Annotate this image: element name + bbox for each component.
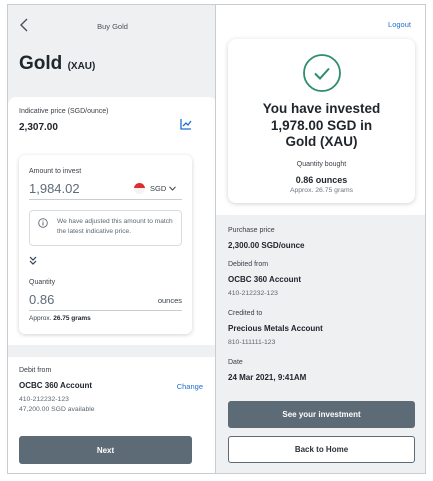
credited-to-number: 810-111111-123: [228, 339, 276, 346]
date-label: Date: [228, 359, 243, 366]
invest-card: Amount to invest 1,984.02 SGD We have ad…: [19, 155, 192, 334]
quantity-bought-label: Quantity bought: [296, 161, 347, 168]
debited-from-number: 410-212232-123: [228, 290, 278, 297]
page-title: Buy Gold: [97, 22, 128, 31]
indicative-price-value: 2,307.00: [19, 122, 58, 133]
quantity-underline: [29, 310, 182, 311]
credited-to-label: Credited to: [228, 310, 263, 317]
debit-from-label: Debit from: [19, 367, 52, 374]
change-account-link[interactable]: Change: [177, 382, 203, 391]
buy-gold-screen: Buy Gold Gold (XAU) Indicative price (SG…: [7, 4, 218, 474]
amount-label: Amount to invest: [29, 168, 82, 175]
chevron-down-icon: [169, 185, 177, 191]
singapore-flag-icon: [134, 182, 145, 194]
quantity-bought-value: 0.86 ounces: [295, 175, 348, 185]
logout-link[interactable]: Logout: [388, 20, 411, 29]
debit-account-name: OCBC 360 Account: [19, 381, 93, 390]
debit-account-number: 410-212232-123: [19, 396, 69, 403]
notice-text: We have adjusted this amount to match th…: [57, 218, 173, 235]
success-line-2: 1,978.00 SGD in: [270, 117, 373, 133]
success-title: You have invested 1,978.00 SGD in Gold (…: [228, 101, 415, 151]
amount-underline: [29, 199, 182, 200]
asset-name: Gold: [19, 53, 63, 74]
date-value: 24 Mar 2021, 9:41AM: [228, 373, 307, 382]
purchase-confirmation-screen: Logout You have invested 1,978.00 SGD in…: [215, 4, 426, 474]
debited-from-label: Debited from: [228, 261, 269, 268]
check-circle-icon: [303, 54, 341, 92]
debited-from-account: OCBC 360 Account: [228, 275, 302, 284]
top-bar: Buy Gold: [8, 5, 217, 45]
purchase-price-label: Purchase price: [228, 227, 275, 234]
approx-prefix: Approx.: [29, 315, 52, 322]
approx-value: 26.75 grams: [53, 315, 91, 322]
success-card: You have invested 1,978.00 SGD in Gold (…: [228, 39, 415, 203]
double-chevron-down-icon: [29, 256, 37, 265]
credited-to-account: Precious Metals Account: [228, 324, 323, 333]
success-line-1: You have invested: [262, 101, 381, 116]
bar-chart-icon[interactable]: [180, 118, 192, 130]
approx-grams: Approx. 26.75 grams: [29, 315, 91, 322]
see-investment-button[interactable]: See your investment: [228, 401, 415, 428]
info-icon: [38, 218, 48, 228]
success-line-3: Gold (XAU): [285, 134, 358, 149]
quantity-bought-approx: Approx. 26.75 grams: [289, 187, 354, 194]
quantity-unit: ounces: [157, 296, 182, 305]
amount-input[interactable]: 1,984.02: [29, 181, 80, 196]
indicative-price-label: Indicative price (SGD/ounce): [19, 108, 109, 115]
next-button[interactable]: Next: [19, 436, 192, 464]
currency-code: SGD: [150, 183, 167, 193]
currency-select[interactable]: SGD: [134, 181, 177, 195]
back-to-home-button[interactable]: Back to Home: [228, 436, 415, 463]
purchase-price-value: 2,300.00 SGD/ounce: [228, 241, 305, 250]
quantity-label: Quantity: [29, 279, 56, 286]
available-balance: 47,200.00 SGD available: [19, 406, 95, 413]
asset-heading: Gold (XAU): [19, 53, 95, 75]
price-adjust-notice: We have adjusted this amount to match th…: [29, 210, 182, 246]
asset-symbol: (XAU): [67, 61, 96, 72]
quantity-input[interactable]: 0.86: [29, 292, 54, 307]
